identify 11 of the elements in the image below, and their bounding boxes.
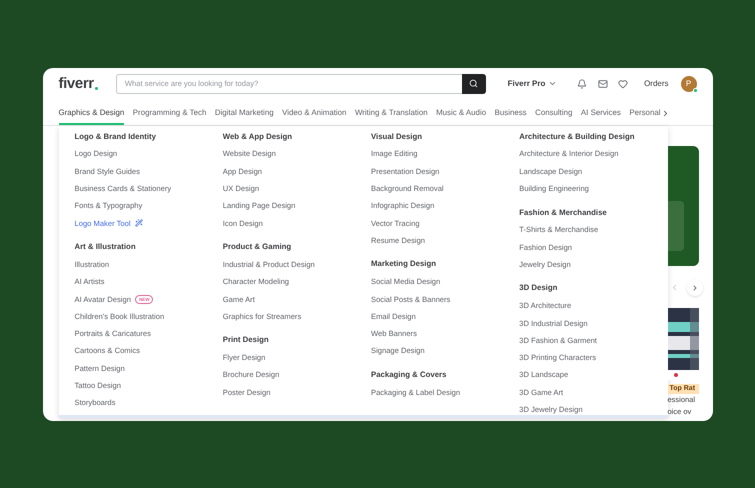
chevron-down-icon bbox=[548, 79, 558, 88]
avatar[interactable]: P bbox=[680, 76, 697, 92]
search-icon bbox=[469, 79, 478, 88]
orders-link[interactable]: Orders bbox=[644, 78, 669, 90]
messages-icon[interactable] bbox=[598, 78, 608, 88]
logo[interactable]: fiverr bbox=[58, 76, 94, 91]
notifications-icon[interactable] bbox=[577, 78, 588, 88]
favorites-icon[interactable] bbox=[618, 78, 628, 88]
search-button[interactable] bbox=[462, 74, 486, 94]
pro-menu[interactable]: Fiverr Pro bbox=[508, 78, 558, 90]
magic-wand-icon bbox=[134, 219, 143, 228]
